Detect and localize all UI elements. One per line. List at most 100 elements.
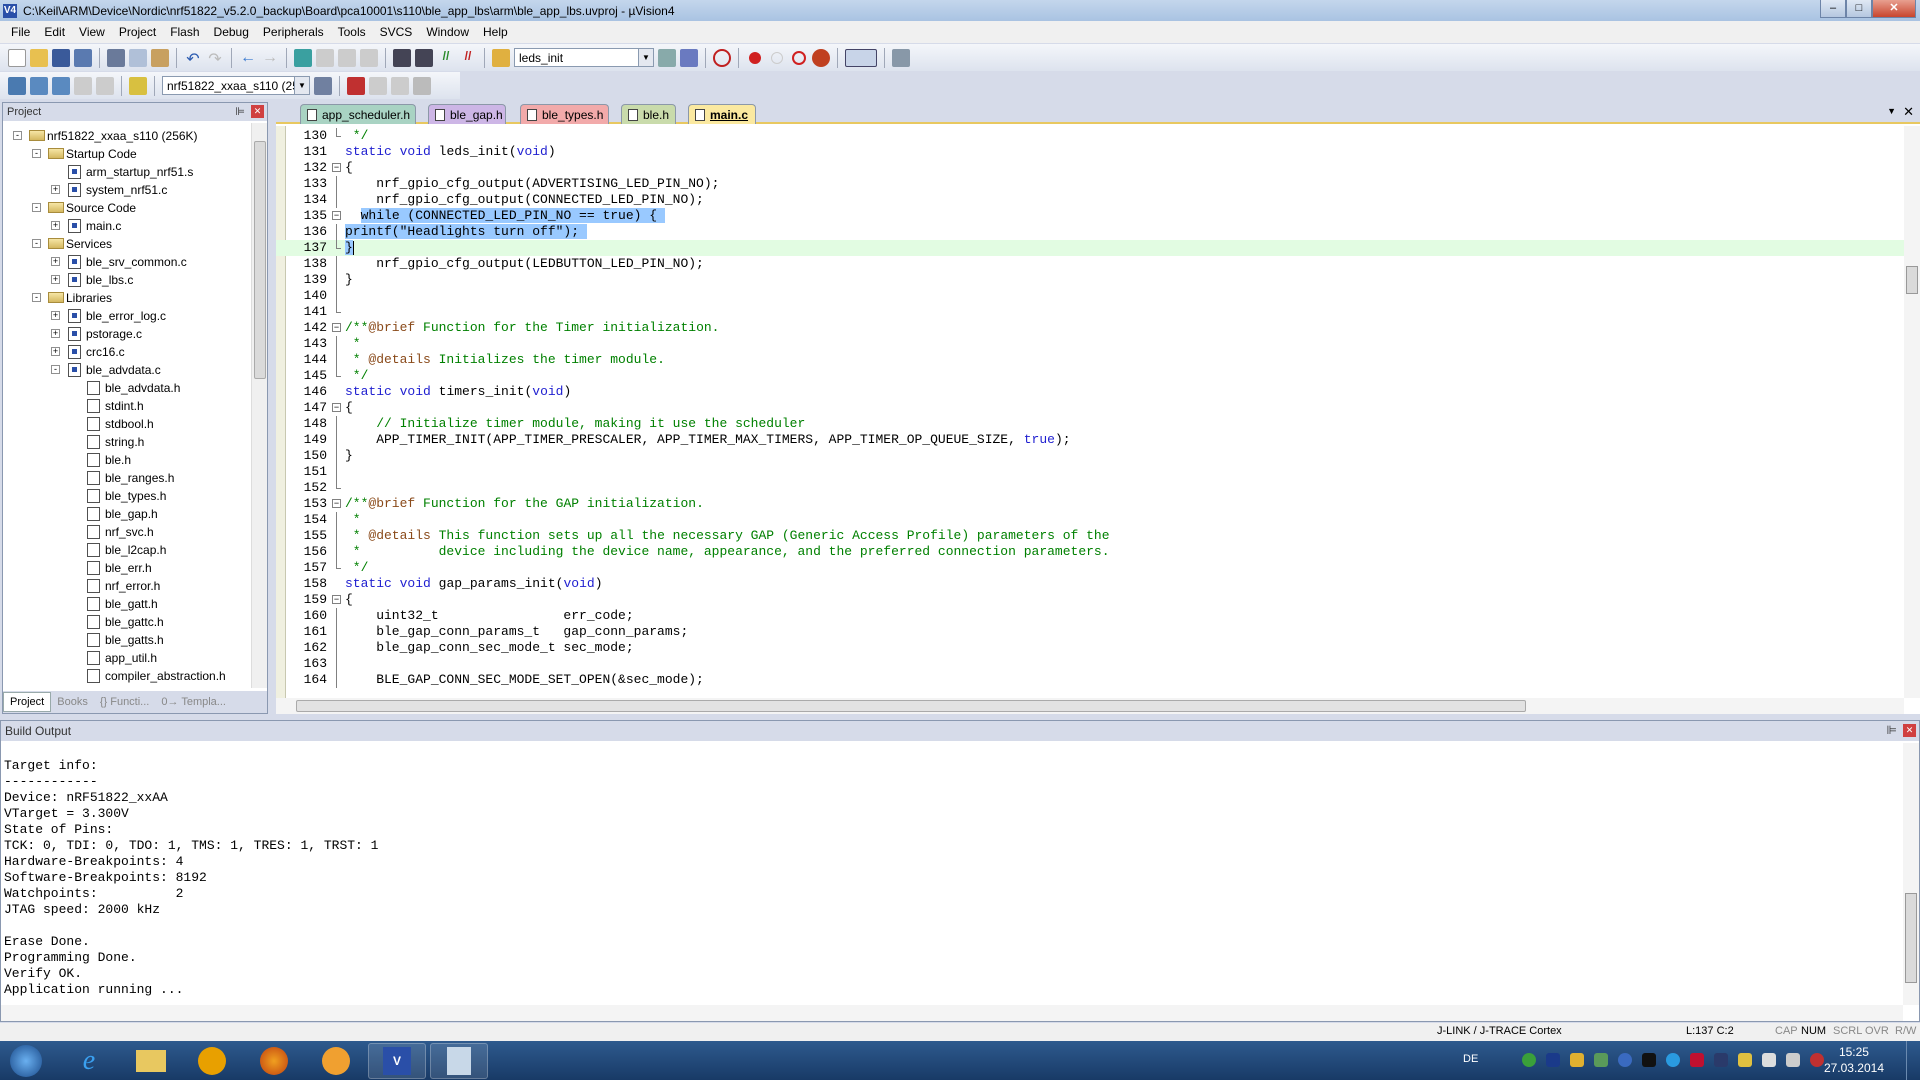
project-tree-scrollbar[interactable] — [251, 123, 267, 688]
code-line[interactable]: 134 nrf_gpio_cfg_output(CONNECTED_LED_PI… — [276, 192, 1904, 208]
expand-icon[interactable]: + — [51, 185, 60, 194]
code-line[interactable]: 136 printf("Headlights turn off"); — [276, 224, 1904, 240]
next-bookmark-icon[interactable] — [338, 48, 356, 67]
wireless-icon[interactable] — [1642, 1053, 1656, 1067]
antivirus-icon[interactable] — [1690, 1053, 1704, 1067]
code-line[interactable]: 156 * device including the device name, … — [276, 544, 1904, 560]
code-line[interactable]: 130 */ — [276, 128, 1904, 144]
code-line[interactable]: 137} — [276, 240, 1904, 256]
kill-all-breakpoints-icon[interactable] — [812, 48, 830, 67]
manage-rte-icon[interactable] — [391, 76, 409, 95]
power-icon[interactable] — [1762, 1053, 1776, 1067]
menu-flash[interactable]: Flash — [163, 25, 206, 39]
tree-item[interactable]: stdbool.h — [3, 415, 251, 433]
tree-item[interactable]: + ble_srv_common.c — [3, 253, 251, 271]
code-line[interactable]: 162 ble_gap_conn_sec_mode_t sec_mode; — [276, 640, 1904, 656]
breakpoint-icon[interactable] — [749, 51, 761, 64]
tab-app_scheduler-h[interactable]: app_scheduler.h — [300, 104, 416, 124]
tree-item[interactable]: - Source Code — [3, 199, 251, 217]
cut-icon[interactable] — [107, 48, 125, 67]
clear-bookmarks-icon[interactable] — [360, 48, 378, 67]
navigate-forward-icon[interactable]: → — [261, 49, 279, 67]
expand-icon[interactable]: + — [51, 221, 60, 230]
code-line[interactable]: 149 APP_TIMER_INIT(APP_TIMER_PRESCALER, … — [276, 432, 1904, 448]
tree-item[interactable]: - ble_advdata.c — [3, 361, 251, 379]
browser-tray-icon[interactable] — [1618, 1053, 1632, 1067]
code-line[interactable]: 163 — [276, 656, 1904, 672]
volume-muted-icon[interactable] — [1810, 1053, 1824, 1067]
menu-file[interactable]: File — [4, 25, 37, 39]
expand-icon[interactable]: + — [51, 347, 60, 356]
project-tab-2[interactable]: {} Functi... — [94, 692, 156, 712]
stop-build-icon[interactable] — [96, 76, 114, 95]
network-icon[interactable] — [1786, 1053, 1800, 1067]
tree-item[interactable]: ble.h — [3, 451, 251, 469]
tree-item[interactable]: + main.c — [3, 217, 251, 235]
target-options-icon[interactable] — [314, 76, 332, 95]
code-line[interactable]: 161 ble_gap_conn_params_t gap_conn_param… — [276, 624, 1904, 640]
code-line[interactable]: 160 uint32_t err_code; — [276, 608, 1904, 624]
indent-icon[interactable] — [393, 48, 411, 67]
tree-item[interactable]: ble_err.h — [3, 559, 251, 577]
window-layout-icon[interactable] — [845, 48, 877, 67]
disable-breakpoint-icon[interactable] — [771, 51, 783, 64]
collapse-icon[interactable]: - — [32, 293, 41, 302]
close-button[interactable]: ✕ — [1872, 0, 1916, 18]
bluetooth-icon[interactable] — [1546, 1053, 1560, 1067]
editor-horizontal-scrollbar[interactable] — [276, 698, 1904, 714]
tree-item[interactable]: ble_gattc.h — [3, 613, 251, 631]
network-tray-icon[interactable] — [1666, 1053, 1680, 1067]
security-center-icon[interactable] — [1738, 1053, 1752, 1067]
tree-item[interactable]: nrf_svc.h — [3, 523, 251, 541]
tree-item[interactable]: + crc16.c — [3, 343, 251, 361]
chevron-down-icon[interactable]: ▼ — [294, 77, 309, 94]
tree-item[interactable]: + pstorage.c — [3, 325, 251, 343]
code-line[interactable]: 133 nrf_gpio_cfg_output(ADVERTISING_LED_… — [276, 176, 1904, 192]
debug-session-icon[interactable] — [713, 48, 731, 67]
code-line[interactable]: 151 — [276, 464, 1904, 480]
find-combo[interactable]: leds_init ▼ — [514, 48, 654, 67]
app-icon-orange[interactable] — [183, 1043, 241, 1079]
manage-components-icon[interactable] — [347, 76, 365, 95]
tree-item[interactable]: stdint.h — [3, 397, 251, 415]
bookmark-icon[interactable] — [294, 48, 312, 67]
menu-view[interactable]: View — [72, 25, 112, 39]
menu-peripherals[interactable]: Peripherals — [256, 25, 331, 39]
tree-item[interactable]: ble_types.h — [3, 487, 251, 505]
show-desktop-button[interactable] — [1906, 1041, 1920, 1080]
start-button[interactable] — [2, 1043, 50, 1079]
firefox-icon[interactable] — [245, 1043, 303, 1079]
code-line[interactable]: 157 */ — [276, 560, 1904, 576]
close-tab-icon[interactable]: ✕ — [1903, 104, 1914, 120]
code-line[interactable]: 138 nrf_gpio_cfg_output(LEDBUTTON_LED_PI… — [276, 256, 1904, 272]
code-line[interactable]: 141 — [276, 304, 1904, 320]
uncomment-icon[interactable]: // — [459, 49, 477, 67]
code-line[interactable]: 164 BLE_GAP_CONN_SEC_MODE_SET_OPEN(&sec_… — [276, 672, 1904, 688]
rebuild-icon[interactable] — [52, 76, 70, 95]
app-icon-notepad[interactable] — [430, 1043, 488, 1079]
translate-icon[interactable] — [8, 76, 26, 95]
code-line[interactable]: 155 * @details This function sets up all… — [276, 528, 1904, 544]
collapse-icon[interactable]: - — [32, 203, 41, 212]
code-line[interactable]: 150} — [276, 448, 1904, 464]
code-line[interactable]: 152 — [276, 480, 1904, 496]
tree-item[interactable]: ble_gatts.h — [3, 631, 251, 649]
tree-item[interactable]: ble_advdata.h — [3, 379, 251, 397]
build-icon[interactable] — [30, 76, 48, 95]
pin-icon[interactable]: ⊫ — [235, 105, 245, 118]
code-line[interactable]: 140 — [276, 288, 1904, 304]
target-select[interactable]: nrf51822_xxaa_s110 (256K)▼ — [162, 76, 310, 95]
code-line[interactable]: 158 static void gap_params_init(void) — [276, 576, 1904, 592]
display-icon[interactable] — [1714, 1053, 1728, 1067]
fold-toggle-icon[interactable]: − — [332, 211, 341, 220]
code-text-area[interactable]: 130 */131 static void leds_init(void) 132−… — [276, 126, 1904, 698]
code-line[interactable]: 142−/**@brief Function for the Timer ini… — [276, 320, 1904, 336]
menu-debug[interactable]: Debug — [207, 25, 256, 39]
chevron-down-icon[interactable]: ▼ — [638, 49, 653, 66]
maximize-button[interactable]: □ — [1846, 0, 1872, 18]
fold-toggle-icon[interactable]: − — [332, 403, 341, 412]
undo-icon[interactable]: ↶ — [184, 49, 202, 68]
tab-list-dropdown-icon[interactable]: ▼ — [1887, 106, 1896, 116]
fold-toggle-icon[interactable]: − — [332, 499, 341, 508]
project-tab-1[interactable]: Books — [51, 692, 94, 712]
